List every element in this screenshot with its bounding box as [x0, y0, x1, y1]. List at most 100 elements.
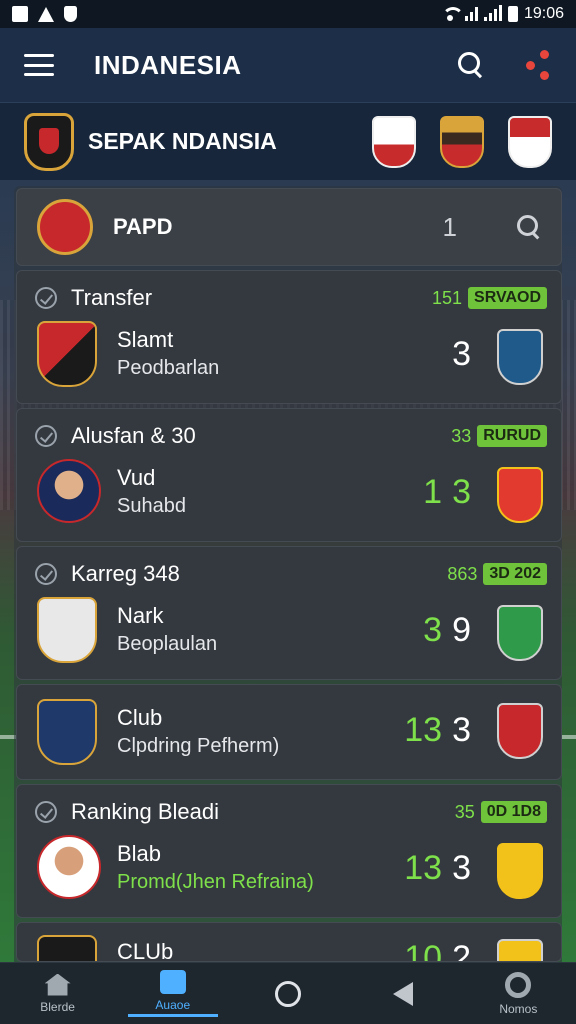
- match-meta-number: 151: [431, 287, 463, 308]
- match-score: 13 3: [404, 711, 471, 750]
- match-meta: 863 3D 202: [447, 563, 547, 585]
- team-subtitle: Suhabd: [117, 495, 186, 517]
- signal-icon: [464, 7, 478, 21]
- match-heading: Karreg 348: [35, 561, 180, 587]
- player-avatar-icon: [37, 459, 101, 523]
- match-heading: Ranking Bleadi: [35, 799, 219, 825]
- score-home: 10: [404, 939, 443, 962]
- league-logo: [24, 112, 74, 171]
- match-card[interactable]: Ranking Bleadi 35 0D 1D8 Blab Promd(Jhen…: [16, 784, 562, 918]
- team-name: CLUb: [117, 939, 174, 962]
- nav-item-back[interactable]: [358, 981, 448, 1006]
- share-icon[interactable]: [526, 50, 552, 80]
- opponent-crest-icon: [497, 329, 543, 385]
- check-icon[interactable]: [35, 425, 57, 447]
- top-card[interactable]: PAPD 1: [16, 188, 562, 266]
- check-icon[interactable]: [35, 287, 57, 309]
- team-subtitle: Promd(Jhen Refraina): [117, 871, 314, 893]
- search-icon[interactable]: [517, 215, 541, 239]
- team-subtitle: Clpdring Pefherm): [117, 735, 280, 757]
- opponent-crest-icon: [497, 703, 543, 759]
- opponent-crest-icon: [497, 467, 543, 523]
- team-name: Club: [117, 705, 163, 730]
- bottom-navigation: Blerde Auaoe Nomos: [0, 962, 576, 1024]
- score-home: 13: [404, 711, 443, 749]
- match-score: 3: [442, 335, 471, 374]
- match-meta: 33 RURUD: [451, 425, 547, 447]
- check-icon[interactable]: [35, 801, 57, 823]
- match-meta: 151 SRVAOD: [432, 287, 547, 309]
- match-status-badge: 0D 1D8: [480, 801, 547, 823]
- nav-label: Blerde: [40, 999, 75, 1014]
- back-icon: [393, 981, 414, 1006]
- match-card[interactable]: Transfer 151 SRVAOD Slamt Peodbarlan 3: [16, 270, 562, 404]
- score-away: 2: [452, 939, 471, 962]
- match-meta: 35 0D 1D8: [455, 801, 547, 823]
- score-home: 13: [404, 849, 443, 887]
- league-name: SEPAK NDANSIA: [88, 128, 277, 154]
- score-away: 3: [452, 473, 471, 511]
- nav-label: Nomos: [499, 1001, 538, 1016]
- club-crest-icon[interactable]: [372, 115, 416, 168]
- match-score: 1 3: [423, 473, 471, 512]
- top-card-label: PAPD: [113, 214, 173, 239]
- app-bar: INDANESIA: [0, 28, 576, 102]
- score-home: 1: [423, 473, 443, 511]
- nav-item-home[interactable]: Blerde: [13, 973, 103, 1014]
- menu-icon[interactable]: [24, 54, 54, 76]
- score-away: 3: [452, 335, 471, 373]
- team-crest-icon: [37, 321, 97, 387]
- match-card[interactable]: CLUb 10 2: [16, 922, 562, 962]
- status-bar: 19:06: [0, 0, 576, 28]
- match-status-badge: 3D 202: [483, 563, 547, 585]
- match-heading-text: Alusfan & 30: [71, 423, 196, 448]
- score-home: 3: [423, 611, 443, 649]
- app-title: INDANESIA: [94, 49, 242, 80]
- check-icon[interactable]: [35, 563, 57, 585]
- clock: 19:06: [523, 5, 564, 22]
- team-name: Slamt: [117, 327, 174, 352]
- match-card[interactable]: Karreg 348 863 3D 202 Nark Beoplaulan 3 …: [16, 546, 562, 680]
- search-icon[interactable]: [456, 50, 486, 80]
- match-meta-number: 35: [454, 801, 475, 822]
- opponent-crest-icon: [497, 605, 543, 661]
- signal-icon-2: [483, 5, 502, 21]
- nav-item-settings[interactable]: Nomos: [473, 971, 563, 1016]
- home-icon: [44, 973, 71, 996]
- score-away: 3: [452, 849, 471, 887]
- score-away: 3: [452, 711, 471, 749]
- club-crest-icon[interactable]: [440, 115, 484, 168]
- notification-icon: [12, 6, 28, 22]
- team-crest-icon: [37, 597, 97, 663]
- team-subtitle: Peodbarlan: [117, 357, 220, 379]
- team-name: Vud: [117, 465, 156, 490]
- match-heading-text: Karreg 348: [71, 561, 180, 586]
- match-heading-text: Transfer: [71, 285, 153, 310]
- circle-icon: [274, 980, 301, 1007]
- club-crest-icon[interactable]: [508, 115, 552, 168]
- settings-icon: [505, 971, 532, 998]
- wifi-icon: [441, 7, 464, 21]
- match-status-badge: RURUD: [477, 425, 547, 447]
- opponent-crest-icon: [497, 843, 543, 899]
- match-status-badge: SRVAOD: [468, 287, 547, 309]
- team-name: Blab: [117, 841, 162, 866]
- nav-label: Auaoe: [155, 998, 191, 1012]
- match-card[interactable]: Club Clpdring Pefherm) 13 3: [16, 684, 562, 780]
- nav-item-active[interactable]: Auaoe: [127, 970, 218, 1017]
- score-away: 9: [452, 611, 471, 649]
- match-card[interactable]: Alusfan & 30 33 RURUD Vud Suhabd 1 3: [16, 408, 562, 542]
- team-crest-icon: [37, 699, 97, 765]
- league-header: SEPAK NDANSIA: [0, 102, 576, 180]
- team-name: Nark: [117, 603, 164, 628]
- match-score: 3 9: [423, 611, 471, 650]
- match-score: 10 2: [404, 939, 471, 962]
- battery-icon: [507, 6, 518, 22]
- team-logo-icon: [37, 199, 93, 255]
- team-subtitle: Beoplaulan: [117, 633, 218, 655]
- shield-icon: [64, 6, 77, 22]
- nav-item-circle[interactable]: [243, 980, 333, 1007]
- match-heading-text: Ranking Bleadi: [71, 799, 219, 824]
- match-heading: Alusfan & 30: [35, 423, 196, 449]
- calendar-icon: [159, 970, 186, 994]
